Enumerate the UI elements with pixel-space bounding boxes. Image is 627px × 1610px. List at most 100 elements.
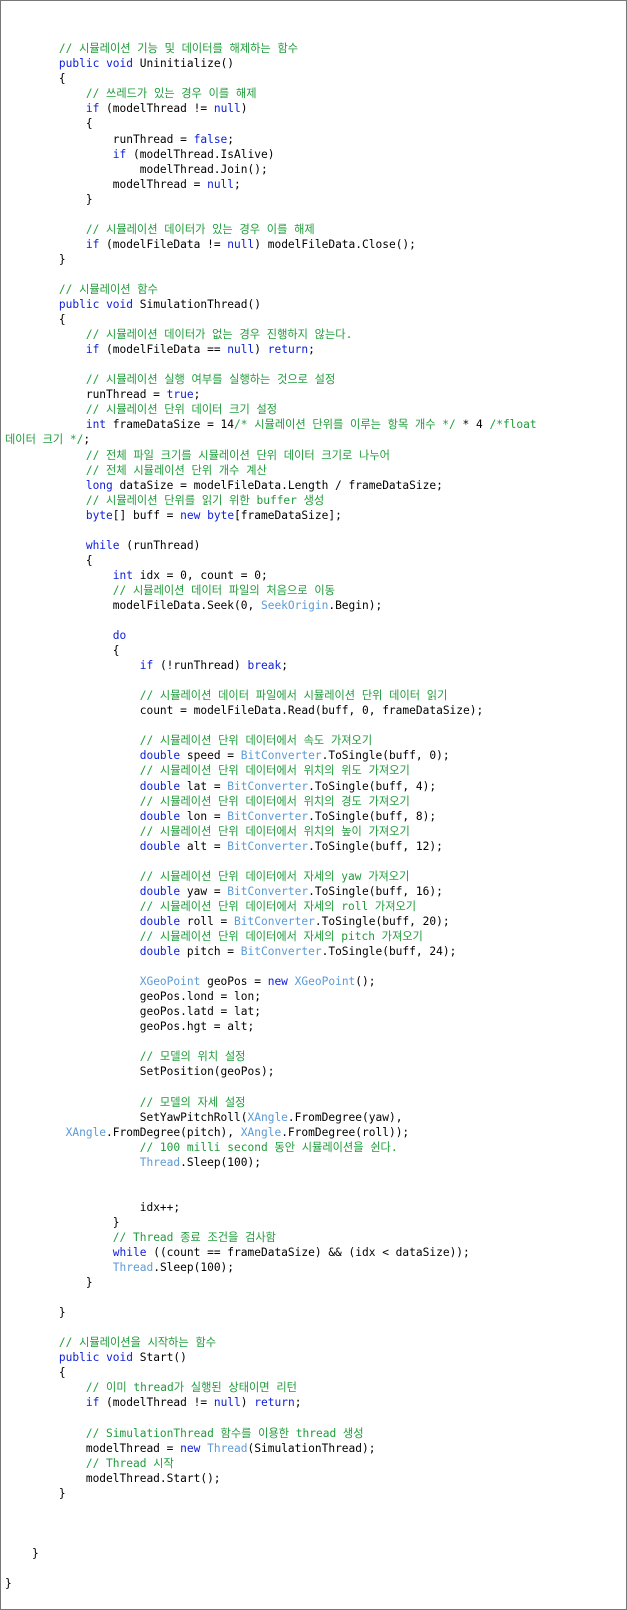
code-line: double lat = BitConverter.ToSingle(buff,… xyxy=(5,779,622,794)
code-line: // 시뮬레이션 단위를 읽기 위한 buffer 생성 xyxy=(5,493,622,508)
code-token-keyword: double xyxy=(139,945,181,959)
code-token-plain: SetPosition(geoPos); xyxy=(139,1065,275,1079)
code-token-type: XGeoPoint xyxy=(139,975,201,989)
code-line: double alt = BitConverter.ToSingle(buff,… xyxy=(5,839,622,854)
code-token-keyword: return xyxy=(254,1396,295,1410)
code-line: // 시뮬레이션을 시작하는 함수 xyxy=(5,1335,622,1350)
code-token-keyword: if xyxy=(85,343,100,357)
code-token-plain: ; xyxy=(83,433,91,447)
code-line: { xyxy=(5,643,622,658)
code-token-comment: // 시뮬레이션을 시작하는 함수 xyxy=(58,1336,217,1350)
code-token-comment: // 시뮬레이션 단위 데이터 크기 설정 xyxy=(85,403,278,417)
code-token-plain: (SimulationThread); xyxy=(247,1441,376,1455)
code-line: modelThread.Join(); xyxy=(5,162,622,177)
code-line: // 시뮬레이션 기능 및 데이터를 해제하는 함수 xyxy=(5,41,622,56)
code-line: geoPos.latd = lat; xyxy=(5,1004,622,1019)
code-token-keyword: void xyxy=(106,57,134,71)
code-token-keyword: null xyxy=(213,102,241,116)
code-token-plain: ) modelFileData.Close(); xyxy=(254,237,416,251)
code-line: } xyxy=(5,1275,622,1290)
code-token-keyword: void xyxy=(106,1351,134,1365)
code-line: double roll = BitConverter.ToSingle(buff… xyxy=(5,914,622,929)
code-line: if (modelThread != null) xyxy=(5,101,622,116)
code-line: while ((count == frameDataSize) && (idx … xyxy=(5,1245,622,1260)
code-line: modelThread = null; xyxy=(5,177,622,192)
code-token-type: XAngle xyxy=(65,1125,107,1139)
code-token-comment: // 시뮬레이션 실행 여부를 실행하는 것으로 설정 xyxy=(85,373,336,387)
code-token-comment: // 전체 파일 크기를 시뮬레이션 단위 데이터 크기로 나누어 xyxy=(85,448,390,462)
code-token-plain: } xyxy=(5,1577,12,1591)
code-token-keyword: int xyxy=(85,418,107,432)
code-token-plain: } xyxy=(85,192,93,206)
code-token-plain: runThread = xyxy=(85,388,167,402)
code-line: geoPos.lond = lon; xyxy=(5,989,622,1004)
code-line: { xyxy=(5,71,622,86)
code-token-keyword: double xyxy=(139,749,181,763)
code-token-keyword: public xyxy=(58,1351,100,1365)
code-line: modelFileData.Seek(0, SeekOrigin.Begin); xyxy=(5,598,622,613)
code-token-keyword: null xyxy=(227,343,255,357)
code-token-plain: roll = xyxy=(180,914,235,928)
code-token-keyword: if xyxy=(85,1396,100,1410)
code-line: geoPos.hgt = alt; xyxy=(5,1019,622,1034)
code-token-plain: .FromDegree(yaw), xyxy=(287,1110,403,1124)
code-line: // 시뮬레이션 함수 xyxy=(5,282,622,297)
code-line: double pitch = BitConverter.ToSingle(buf… xyxy=(5,944,622,959)
code-token-plain: modelThread.Join(); xyxy=(139,162,268,176)
code-token-plain: Uninitialize() xyxy=(133,57,235,71)
code-token-comment: // 시뮬레이션 단위 데이터에서 자세의 roll 가져오기 xyxy=(139,899,417,913)
code-token-plain: ; xyxy=(294,1396,302,1410)
code-token-comment: // 모델의 위치 설정 xyxy=(139,1050,246,1064)
code-token-plain: dataSize = modelFileData.Length / frameD… xyxy=(112,478,443,492)
code-token-plain: lat = xyxy=(180,779,228,793)
code-token-plain: lon = xyxy=(180,809,228,823)
code-token-plain: .ToSingle(buff, 0); xyxy=(321,749,450,763)
code-line: // 시뮬레이션 단위 데이터에서 속도 가져오기 xyxy=(5,733,622,748)
code-token-plain: { xyxy=(58,313,66,327)
code-token-plain: modelThread = xyxy=(112,177,208,191)
code-line: if (modelFileData == null) return; xyxy=(5,342,622,357)
code-token-keyword: if xyxy=(139,659,154,673)
code-token-plain: } xyxy=(58,1486,66,1500)
code-token-type: BitConverter xyxy=(240,945,322,959)
code-line: Thread.Sleep(100); xyxy=(5,1155,622,1170)
code-token-plain: SetYawPitchRoll( xyxy=(139,1110,248,1124)
code-line: 데이터 크기 */; xyxy=(5,432,622,447)
code-token-plain: ((count == frameDataSize) && (idx < data… xyxy=(146,1245,470,1259)
code-token-plain: modelThread = xyxy=(85,1441,181,1455)
code-token-plain: SimulationThread() xyxy=(133,298,261,312)
code-token-comment: // 시뮬레이션 단위를 읽기 위한 buffer 생성 xyxy=(85,493,325,507)
code-line: // 시뮬레이션 단위 데이터에서 자세의 pitch 가져오기 xyxy=(5,929,622,944)
code-line: { xyxy=(5,553,622,568)
code-token-plain: pitch = xyxy=(180,945,241,959)
code-line: // 시뮬레이션 단위 데이터에서 자세의 yaw 가져오기 xyxy=(5,869,622,884)
code-line: // 시뮬레이션 데이터 파일의 처음으로 이동 xyxy=(5,583,622,598)
code-token-comment: // Thread 종료 조건을 검사함 xyxy=(112,1230,276,1244)
code-line: // Thread 종료 조건을 검사함 xyxy=(5,1230,622,1245)
code-token-type: XGeoPoint xyxy=(294,975,356,989)
code-line: public void Uninitialize() xyxy=(5,56,622,71)
